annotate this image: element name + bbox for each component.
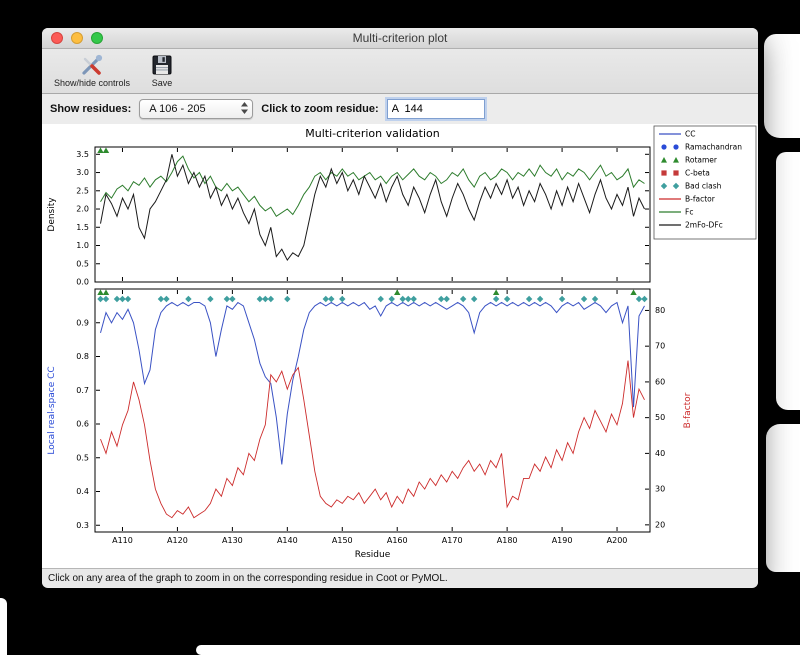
tools-icon	[79, 51, 105, 78]
svg-text:3.0: 3.0	[76, 168, 89, 177]
svg-text:2.5: 2.5	[76, 186, 89, 195]
svg-text:Local real-space CC: Local real-space CC	[47, 366, 57, 454]
svg-text:A190: A190	[552, 536, 573, 545]
svg-text:0.5: 0.5	[76, 453, 89, 462]
svg-text:40: 40	[655, 449, 665, 458]
svg-text:C-beta: C-beta	[685, 169, 710, 178]
svg-text:Density: Density	[47, 197, 57, 232]
multi-criterion-plot-window: Multi-criterion plot Show/hide controls	[42, 28, 758, 588]
svg-text:0.4: 0.4	[76, 487, 89, 496]
svg-text:A150: A150	[332, 536, 353, 545]
svg-text:A170: A170	[442, 536, 463, 545]
save-floppy-icon	[150, 51, 174, 78]
svg-text:0.8: 0.8	[76, 352, 89, 361]
svg-text:0.9: 0.9	[76, 318, 89, 327]
traffic-lights	[51, 32, 103, 44]
zoom-window-button[interactable]	[91, 32, 103, 44]
svg-text:1.0: 1.0	[76, 241, 89, 250]
svg-text:Ramachandran: Ramachandran	[685, 143, 742, 152]
screen-artifact	[766, 424, 800, 572]
svg-text:0.0: 0.0	[76, 278, 89, 287]
screen-artifact	[776, 152, 800, 410]
svg-text:0.3: 0.3	[76, 521, 89, 530]
svg-text:70: 70	[655, 342, 665, 351]
svg-text:60: 60	[655, 377, 665, 386]
svg-text:A120: A120	[167, 536, 188, 545]
svg-text:20: 20	[655, 520, 665, 529]
close-button[interactable]	[51, 32, 63, 44]
svg-text:A200: A200	[607, 536, 628, 545]
svg-text:50: 50	[655, 413, 665, 422]
show-residues-label: Show residues:	[50, 103, 132, 115]
svg-text:Rotamer: Rotamer	[685, 156, 718, 165]
show-hide-controls-label: Show/hide controls	[54, 78, 131, 88]
zoom-residue-label: Click to zoom residue:	[261, 103, 379, 115]
zoom-residue-input[interactable]	[386, 99, 485, 119]
svg-text:0.6: 0.6	[76, 420, 89, 429]
save-label: Save	[151, 78, 173, 88]
svg-text:0.5: 0.5	[76, 259, 89, 268]
svg-text:B-factor: B-factor	[683, 392, 693, 428]
svg-text:A180: A180	[497, 536, 518, 545]
svg-text:2.0: 2.0	[76, 205, 89, 214]
svg-text:A140: A140	[277, 536, 298, 545]
svg-text:Residue: Residue	[355, 550, 391, 560]
status-text: Click on any area of the graph to zoom i…	[48, 572, 448, 584]
controls-row: Show residues: A 106 - 205 Click to zoom…	[42, 94, 758, 124]
svg-text:Fc: Fc	[685, 208, 693, 217]
svg-text:B-factor: B-factor	[685, 195, 716, 204]
svg-text:3.5: 3.5	[76, 150, 89, 159]
toolbar: Show/hide controls Save	[42, 49, 758, 94]
svg-text:1.5: 1.5	[76, 223, 89, 232]
residue-range-value: A 106 - 205	[149, 103, 206, 115]
svg-text:Multi-criterion validation: Multi-criterion validation	[305, 127, 440, 140]
svg-text:A110: A110	[112, 536, 133, 545]
svg-text:80: 80	[655, 306, 665, 315]
svg-text:2mFo-DFc: 2mFo-DFc	[685, 221, 723, 230]
validation-plot-svg[interactable]: Multi-criterion validation 0.0 0.5 1.0 1.5 2.…	[42, 124, 758, 568]
minimize-button[interactable]	[71, 32, 83, 44]
save-button[interactable]: Save	[150, 51, 174, 88]
window-title: Multi-criterion plot	[352, 31, 448, 45]
show-hide-controls-button[interactable]: Show/hide controls	[54, 51, 130, 88]
screen-artifact	[764, 34, 800, 138]
svg-text:30: 30	[655, 485, 665, 494]
stepper-arrows-icon	[240, 101, 249, 118]
residue-range-select[interactable]: A 106 - 205	[139, 99, 254, 119]
window-titlebar[interactable]: Multi-criterion plot	[42, 28, 758, 49]
svg-text:A130: A130	[222, 536, 243, 545]
status-bar: Click on any area of the graph to zoom i…	[42, 568, 758, 587]
svg-text:A160: A160	[387, 536, 408, 545]
svg-text:CC: CC	[685, 130, 695, 139]
svg-text:Bad clash: Bad clash	[685, 182, 722, 191]
screen-artifact	[0, 598, 7, 655]
screen-artifact	[196, 645, 800, 655]
plot-figure[interactable]: Multi-criterion validation 0.0 0.5 1.0 1.5 2.…	[42, 124, 758, 568]
svg-text:0.7: 0.7	[76, 386, 89, 395]
